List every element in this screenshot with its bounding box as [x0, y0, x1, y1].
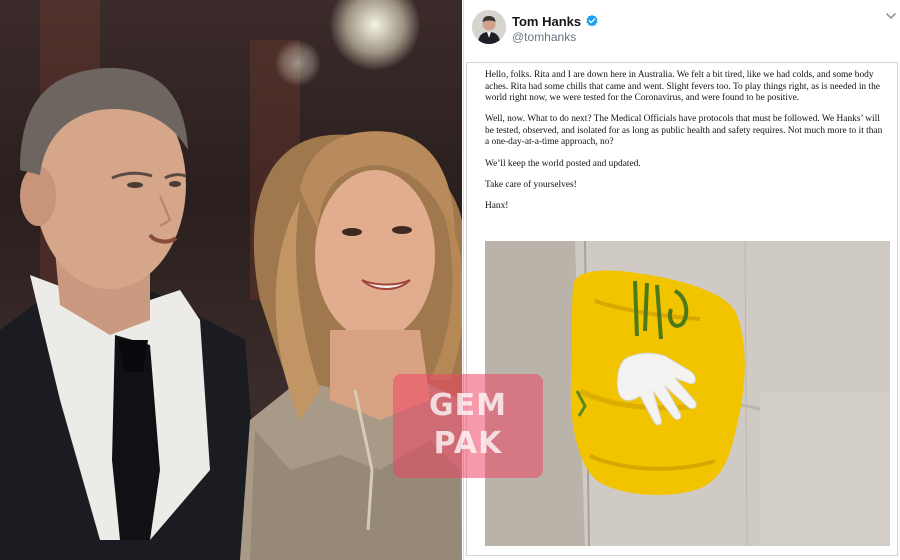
user-handle[interactable]: @tomhanks: [512, 30, 576, 44]
statement-paragraph: Hello, folks. Rita and I are down here i…: [485, 70, 880, 104]
verified-badge-icon: [586, 14, 598, 27]
watermark-line2: PAK: [433, 426, 503, 461]
watermark-logo: GEM PAK: [393, 374, 543, 478]
statement-text: Hello, folks. Rita and I are down here i…: [485, 70, 883, 222]
tweet-image-card[interactable]: Hello, folks. Rita and I are down here i…: [466, 62, 898, 556]
biohazard-bag-photo: [485, 241, 890, 546]
statement-paragraph: Take care of yourselves!: [485, 179, 577, 190]
celebrity-couple-photo: [0, 0, 462, 560]
statement-paragraph: Well, now. What to do next? The Medical …: [485, 114, 883, 148]
watermark-line1: GEM: [429, 388, 507, 423]
statement-paragraph: We’ll keep the world posted and updated.: [485, 158, 641, 169]
chevron-down-icon[interactable]: [885, 10, 897, 22]
display-name[interactable]: Tom Hanks: [512, 14, 581, 29]
statement-paragraph: Hanx!: [485, 200, 509, 211]
avatar[interactable]: [472, 10, 506, 44]
